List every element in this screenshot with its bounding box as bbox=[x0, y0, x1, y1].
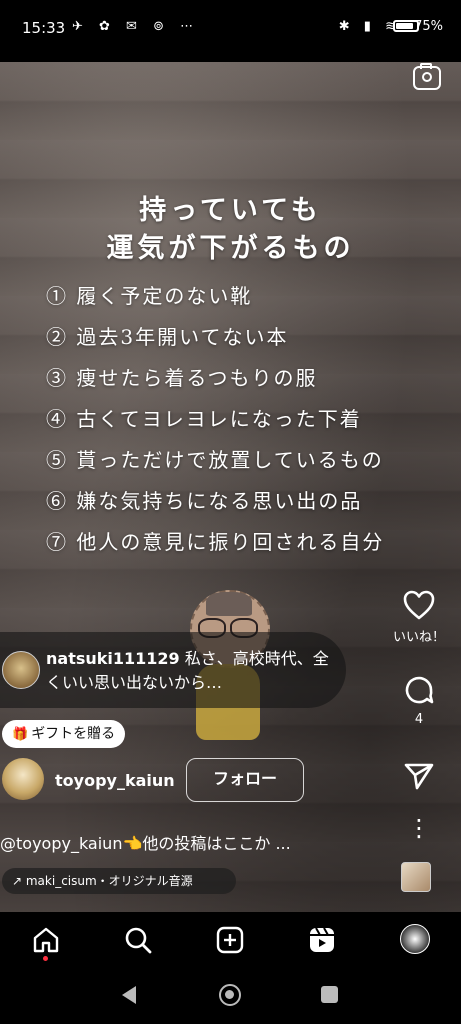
send-icon[interactable] bbox=[377, 762, 461, 790]
more-options[interactable]: ⋮ bbox=[377, 812, 461, 844]
home-icon[interactable] bbox=[32, 926, 60, 954]
share-action[interactable] bbox=[377, 762, 461, 790]
comment-text: natsuki111129 私さ、高校時代、全くいい思い出ないから… bbox=[46, 647, 336, 695]
gift-button[interactable]: 🎁 ギフトを贈る bbox=[2, 720, 126, 748]
reels-icon[interactable] bbox=[308, 926, 336, 954]
recents-icon[interactable] bbox=[321, 986, 338, 1003]
gift-label: ギフトを贈る bbox=[31, 726, 116, 742]
heart-icon[interactable] bbox=[377, 590, 461, 620]
list-item: ③ 痩せたら着るつもりの服 bbox=[46, 366, 318, 390]
bottom-nav bbox=[0, 912, 461, 968]
profile-avatar[interactable] bbox=[400, 924, 430, 954]
plus-square-icon[interactable] bbox=[216, 926, 244, 954]
commenter-avatar bbox=[2, 651, 40, 689]
reel-title-line-2: 運気が下がるもの bbox=[106, 233, 355, 264]
gift-icon: 🎁 bbox=[12, 727, 29, 742]
camera-icon[interactable] bbox=[413, 63, 441, 90]
reel-list: ① 履く予定のない靴 ② 過去3年開いてない本 ③ 痩せたら着るつもりの服 ④ … bbox=[46, 280, 384, 567]
battery-percent: 75% bbox=[414, 19, 443, 34]
home-button-icon[interactable] bbox=[219, 984, 241, 1006]
author-username[interactable]: toyopy_kaiun bbox=[55, 771, 175, 790]
comment-count: 4 bbox=[414, 712, 424, 727]
more-vertical-icon[interactable]: ⋮ bbox=[377, 812, 461, 844]
reel-video[interactable]: 持っていても 運気が下がるもの ① 履く予定のない靴 ② 過去3年開いてない本 … bbox=[0, 62, 461, 912]
notification-dot bbox=[43, 956, 48, 961]
list-item: ⑥ 嫌な気持ちになる思い出の品 bbox=[46, 489, 363, 513]
comment-username: natsuki111129 bbox=[46, 649, 180, 668]
reel-title-line-1: 持っていても bbox=[139, 195, 322, 226]
status-time: 15:33 bbox=[22, 19, 66, 37]
list-item: ① 履く予定のない靴 bbox=[46, 284, 253, 308]
back-icon[interactable] bbox=[122, 986, 136, 1004]
like-label: いいね！ bbox=[392, 630, 445, 645]
featured-comment[interactable]: natsuki111129 私さ、高校時代、全くいい思い出ないから… bbox=[0, 632, 346, 708]
connectivity-icons: ✱ ▮ ≋ bbox=[338, 19, 401, 34]
system-nav bbox=[0, 968, 461, 1024]
search-icon[interactable] bbox=[124, 926, 152, 954]
list-item: ④ 古くてヨレヨレになった下着 bbox=[46, 407, 362, 431]
list-item: ⑦ 他人の意見に振り回される自分 bbox=[46, 530, 385, 554]
like-action[interactable]: いいね！ bbox=[377, 590, 461, 645]
list-item: ⑤ 貰っただけで放置しているもの bbox=[46, 448, 384, 472]
audio-link[interactable]: ↗ maki_cisum・オリジナル音源 bbox=[2, 868, 236, 894]
comment-action[interactable]: 4 bbox=[377, 674, 461, 727]
list-item: ② 過去3年開いてない本 bbox=[46, 325, 289, 349]
audio-thumbnail[interactable] bbox=[401, 862, 431, 892]
comment-icon[interactable] bbox=[377, 674, 461, 706]
notification-icons: ✈ ✿ ✉ ⊚ ⋯ bbox=[72, 19, 200, 34]
caption[interactable]: @toyopy_kaiun👈他の投稿はここか ... bbox=[0, 830, 291, 854]
author-avatar[interactable] bbox=[2, 758, 44, 800]
status-bar: 15:33 ✈ ✿ ✉ ⊚ ⋯ ✱ ▮ ≋ 75% bbox=[0, 0, 461, 62]
follow-button[interactable]: フォロー bbox=[186, 758, 304, 802]
